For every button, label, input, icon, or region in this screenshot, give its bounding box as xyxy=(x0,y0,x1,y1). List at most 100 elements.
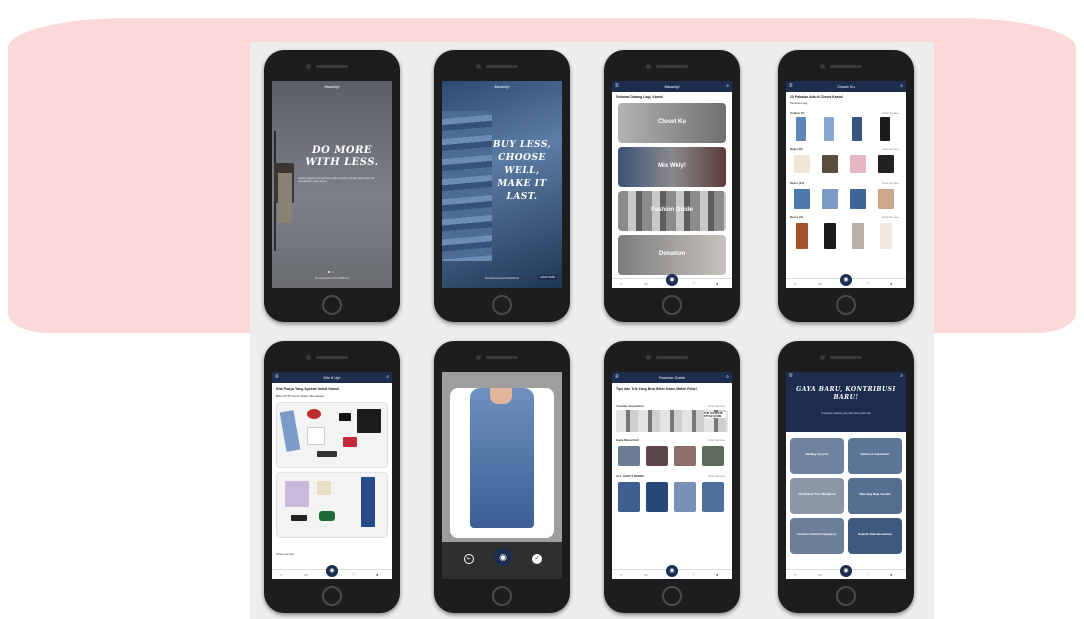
add-more-link[interactable]: Tambah Lagi xyxy=(790,101,807,105)
closet-item[interactable] xyxy=(878,189,894,209)
see-all-link[interactable]: Lihat Semua xyxy=(882,215,899,219)
camera-fab[interactable]: ◉ xyxy=(840,565,852,577)
menu-card-donation[interactable]: Donation xyxy=(618,235,726,275)
donation-tile[interactable]: Sewing Upcycle xyxy=(790,438,844,474)
guide-tab-icon[interactable]: ♡ xyxy=(866,572,870,577)
closet-tab-icon[interactable]: ▭ xyxy=(304,572,308,577)
style-thumbnail[interactable] xyxy=(618,446,640,466)
closet-item[interactable] xyxy=(796,223,808,249)
style-thumbnail[interactable] xyxy=(646,446,668,466)
home-tab-icon[interactable]: ⌂ xyxy=(620,281,622,286)
menu-icon[interactable]: ≡ xyxy=(615,82,619,91)
guide-tab-icon[interactable]: ♡ xyxy=(866,281,870,286)
menu-icon[interactable]: ≡ xyxy=(275,373,279,382)
home-button[interactable] xyxy=(662,295,682,315)
search-icon[interactable]: ⌕ xyxy=(726,373,729,382)
donation-tile[interactable]: Before & Inspiration xyxy=(848,438,902,474)
phone-donation: ≡ ⌕ GAYA BARU, KONTRIBUSI BARU! Donasika… xyxy=(778,341,914,613)
closet-item[interactable] xyxy=(824,223,836,249)
closet-item[interactable] xyxy=(852,223,864,249)
home-tab-icon[interactable]: ⌂ xyxy=(794,572,796,577)
menu-card-mix[interactable]: Mix Wkly! xyxy=(618,147,726,187)
search-icon[interactable]: ⌕ xyxy=(900,82,903,91)
donation-screen: ≡ ⌕ GAYA BARU, KONTRIBUSI BARU! Donasika… xyxy=(786,372,906,579)
camera-fab[interactable]: ◉ xyxy=(840,274,852,286)
donation-tile[interactable]: Sejarah Kain Nusantara xyxy=(848,518,902,554)
closet-tab-icon[interactable]: ▭ xyxy=(818,572,822,577)
home-button[interactable] xyxy=(836,586,856,606)
tab-bar: ⌂ ▭ ◉ ♡ ● xyxy=(612,274,732,288)
closet-item[interactable] xyxy=(794,155,810,173)
closet-item[interactable] xyxy=(852,117,862,141)
donation-tile[interactable]: Rancang Baju Sendiri xyxy=(848,478,902,514)
see-more-link[interactable]: Lihat Lainnya xyxy=(276,552,294,556)
see-all-link[interactable]: Lihat Semua xyxy=(708,404,725,408)
model-neck xyxy=(490,388,512,404)
search-icon[interactable]: ⌕ xyxy=(386,373,389,382)
closet-item[interactable] xyxy=(822,189,838,209)
mix-screen: ≡ Mix It Up! ⌕ Kita Punya Yang Spesial Unt… xyxy=(272,372,392,579)
home-button[interactable] xyxy=(836,295,856,315)
closet-item[interactable] xyxy=(794,189,810,209)
shutter-button[interactable]: ◉ xyxy=(494,548,512,566)
menu-icon[interactable]: ≡ xyxy=(789,373,793,379)
closet-item[interactable] xyxy=(796,117,806,141)
menu-card-guide[interactable]: Fashion Guide xyxy=(618,191,726,231)
camera-fab[interactable]: ◉ xyxy=(666,565,678,577)
home-tab-icon[interactable]: ⌂ xyxy=(620,572,622,577)
home-button[interactable] xyxy=(322,586,342,606)
see-all-link[interactable]: Lihat Semua xyxy=(882,111,899,115)
closet-tab-icon[interactable]: ▭ xyxy=(818,281,822,286)
denim-article[interactable] xyxy=(702,482,724,512)
closet-item[interactable] xyxy=(880,117,890,141)
gallery-icon[interactable]: ⇤ xyxy=(464,554,474,564)
home-tab-icon[interactable]: ⌂ xyxy=(794,281,796,286)
profile-tab-icon[interactable]: ● xyxy=(890,281,892,286)
guide-tab-icon[interactable]: ♡ xyxy=(692,281,696,286)
guide-tab-icon[interactable]: ♡ xyxy=(692,572,696,577)
closet-item[interactable] xyxy=(880,223,892,249)
camera-fab[interactable]: ◉ xyxy=(666,274,678,286)
donation-tile[interactable]: Fashion Sustain Kampanye xyxy=(790,518,844,554)
closet-item[interactable] xyxy=(850,155,866,173)
outfit-card-2[interactable] xyxy=(276,472,388,538)
denim-article[interactable] xyxy=(646,482,668,512)
see-all-link[interactable]: Lihat Semua xyxy=(708,474,725,478)
home-tab-icon[interactable]: ⌂ xyxy=(280,572,282,577)
closet-item[interactable] xyxy=(822,155,838,173)
guide-tab-icon[interactable]: ♡ xyxy=(352,572,356,577)
home-button[interactable] xyxy=(492,295,512,315)
see-all-link[interactable]: Lihat Semua xyxy=(708,438,725,442)
style-thumbnail[interactable] xyxy=(674,446,696,466)
home-button[interactable] xyxy=(322,295,342,315)
home-button[interactable] xyxy=(492,586,512,606)
front-camera xyxy=(476,355,481,360)
denim-article[interactable] xyxy=(674,482,696,512)
profile-tab-icon[interactable]: ● xyxy=(716,572,718,577)
search-icon[interactable]: ⌕ xyxy=(726,82,729,91)
profile-tab-icon[interactable]: ● xyxy=(376,572,378,577)
menu-icon[interactable]: ≡ xyxy=(615,373,619,382)
closet-item[interactable] xyxy=(878,155,894,173)
style-thumbnail[interactable] xyxy=(702,446,724,466)
denim-article[interactable] xyxy=(618,482,640,512)
continue-button[interactable]: LANJUTKAN xyxy=(538,275,558,280)
closet-item[interactable] xyxy=(824,117,834,141)
menu-icon[interactable]: ≡ xyxy=(789,82,793,91)
front-camera xyxy=(646,64,651,69)
closet-tab-icon[interactable]: ▭ xyxy=(644,572,648,577)
search-icon[interactable]: ⌕ xyxy=(900,373,903,379)
see-all-link[interactable]: Lihat Semua xyxy=(882,181,899,185)
closet-item[interactable] xyxy=(850,189,866,209)
donation-tile[interactable]: Pindahkan Tren Mendunia xyxy=(790,478,844,514)
profile-tab-icon[interactable]: ● xyxy=(890,572,892,577)
outfit-card-1[interactable] xyxy=(276,402,388,468)
closet-tab-icon[interactable]: ▭ xyxy=(644,281,648,286)
see-all-link[interactable]: Lihat Semua xyxy=(882,147,899,151)
mix-subheading: Bisa OOTD Kamu Makin Bervariasi! xyxy=(276,394,324,398)
confirm-icon[interactable]: ✓ xyxy=(532,554,542,564)
home-button[interactable] xyxy=(662,586,682,606)
camera-fab[interactable]: ◉ xyxy=(326,565,338,577)
menu-card-closet[interactable]: Closet Ku xyxy=(618,103,726,143)
profile-tab-icon[interactable]: ● xyxy=(716,281,718,286)
